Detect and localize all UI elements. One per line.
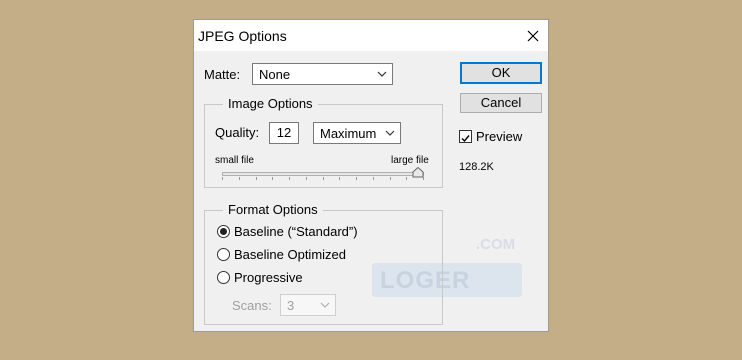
slider-tick xyxy=(356,177,357,180)
scans-select: 3 xyxy=(280,294,336,316)
quality-preset-select[interactable]: Maximum xyxy=(313,122,401,144)
format-options-group: Format Options Baseline (“Standard”) Bas… xyxy=(204,202,443,325)
format-options-legend: Format Options xyxy=(223,202,323,217)
slider-tick xyxy=(222,177,223,180)
preview-checkbox[interactable] xyxy=(459,130,472,143)
image-options-legend: Image Options xyxy=(223,96,318,111)
matte-label: Matte: xyxy=(204,67,241,82)
slider-tick xyxy=(289,177,290,180)
quality-slider-track[interactable] xyxy=(222,172,424,176)
image-options-group: Image Options Quality: 12 Maximum small … xyxy=(204,96,443,188)
slider-tick xyxy=(339,177,340,180)
progressive-label: Progressive xyxy=(234,270,303,285)
slider-tick xyxy=(256,177,257,180)
quality-label: Quality: xyxy=(215,125,260,140)
chevron-down-icon xyxy=(385,130,395,136)
baseline-optimized-label: Baseline Optimized xyxy=(234,247,346,262)
slider-tick xyxy=(306,177,307,180)
chevron-down-icon xyxy=(320,302,330,308)
close-button[interactable] xyxy=(520,23,546,49)
slider-max-label: large file xyxy=(391,155,429,166)
title-bar: JPEG Options xyxy=(194,20,548,51)
file-size-readout: 128.2K xyxy=(459,161,494,173)
watermark-dotcom: .COM xyxy=(476,236,516,253)
slider-tick xyxy=(406,177,407,180)
slider-min-label: small file xyxy=(215,155,254,166)
slider-tick xyxy=(373,177,374,180)
quality-slider-thumb[interactable] xyxy=(412,167,424,178)
matte-select[interactable]: None xyxy=(252,63,393,85)
chevron-down-icon xyxy=(377,71,387,77)
baseline-standard-radio[interactable] xyxy=(217,225,230,238)
preview-label: Preview xyxy=(476,129,523,144)
baseline-standard-label: Baseline (“Standard”) xyxy=(234,224,358,239)
dialog-title: JPEG Options xyxy=(198,28,287,44)
close-icon xyxy=(527,30,539,42)
slider-tick xyxy=(239,177,240,180)
jpeg-options-dialog: LOGER .COM JPEG Options Matte: None Imag… xyxy=(193,19,549,332)
checkmark-icon xyxy=(461,135,470,143)
slider-tick xyxy=(390,177,391,180)
scans-label: Scans: xyxy=(232,298,272,313)
slider-tick xyxy=(272,177,273,180)
slider-tick xyxy=(323,177,324,180)
progressive-radio[interactable] xyxy=(217,271,230,284)
cancel-button[interactable]: Cancel xyxy=(460,93,542,113)
ok-button[interactable]: OK xyxy=(460,62,542,84)
baseline-optimized-radio[interactable] xyxy=(217,248,230,261)
quality-input[interactable]: 12 xyxy=(269,122,299,144)
